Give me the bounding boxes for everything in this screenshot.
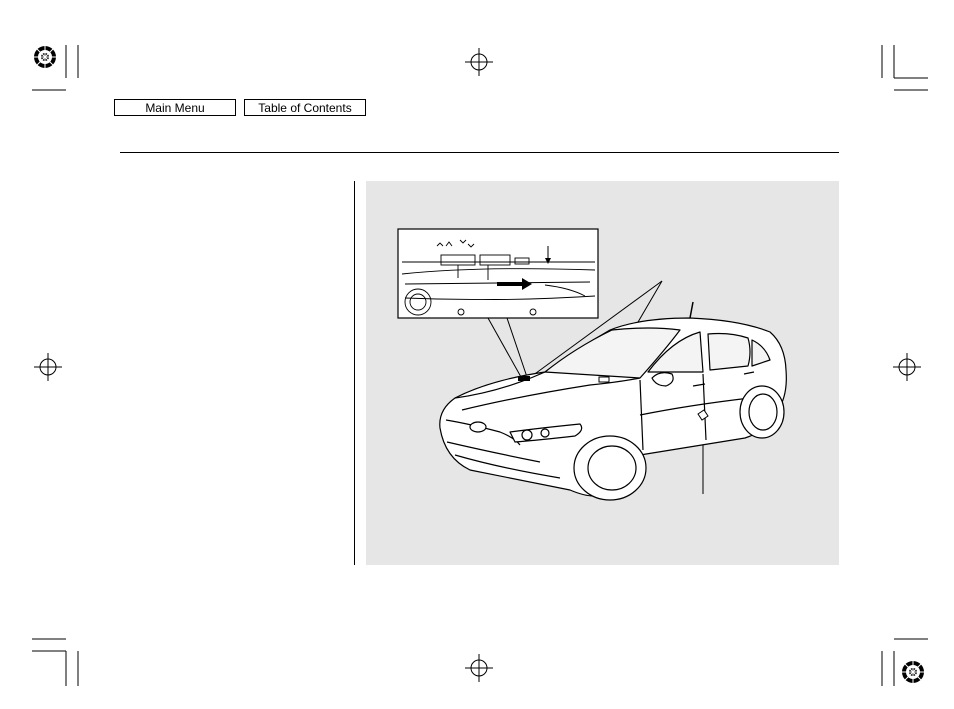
car-illustration xyxy=(397,228,787,501)
sedan-outline xyxy=(439,301,787,501)
vin-detail-inset xyxy=(397,228,599,319)
